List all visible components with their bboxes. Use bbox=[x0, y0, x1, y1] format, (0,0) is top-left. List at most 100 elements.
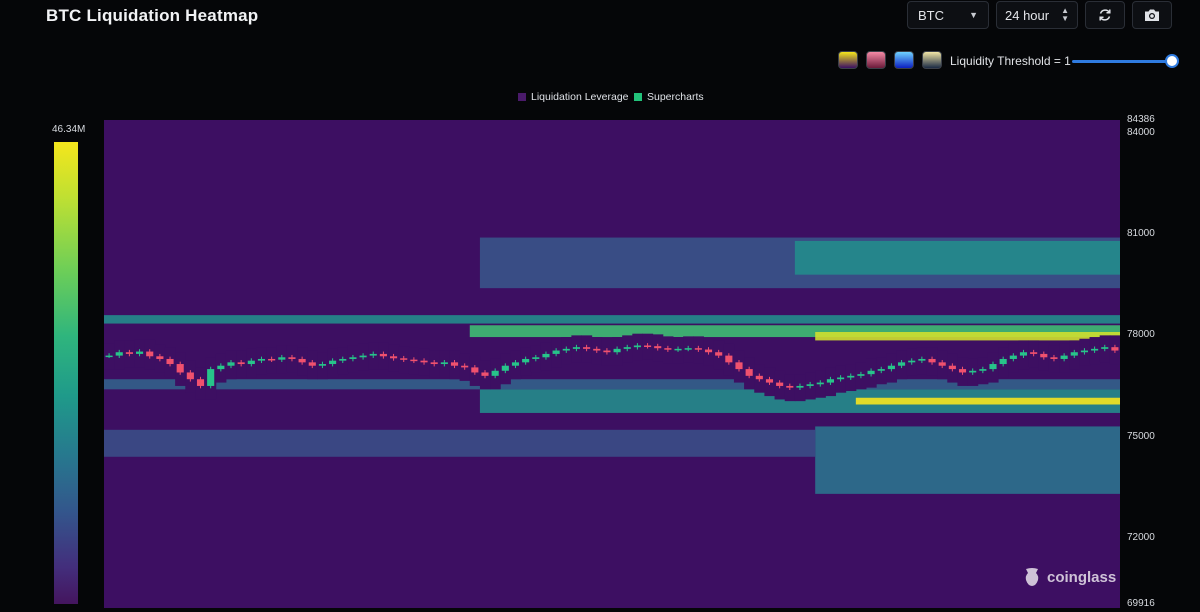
candle-body bbox=[826, 379, 834, 383]
heatmap-svg bbox=[104, 120, 1120, 608]
candle-body bbox=[644, 345, 652, 347]
liquidity-threshold-slider[interactable] bbox=[1072, 60, 1172, 63]
candle-body bbox=[532, 357, 540, 359]
heatmap-band-1 bbox=[794, 240, 1120, 275]
candle-body bbox=[339, 358, 347, 361]
candle-body bbox=[318, 364, 326, 366]
candle-body bbox=[552, 350, 560, 354]
candle-body bbox=[847, 375, 855, 378]
candle-body bbox=[979, 369, 987, 371]
candle-body bbox=[176, 364, 184, 373]
candle-body bbox=[115, 352, 123, 356]
heatmap-band-7 bbox=[855, 397, 1120, 405]
candle-body bbox=[887, 365, 895, 370]
legend-item-liquidation-leverage[interactable]: Liquidation Leverage bbox=[518, 91, 629, 103]
symbol-select-value: BTC bbox=[918, 7, 944, 23]
candle-body bbox=[654, 346, 662, 349]
candle-body bbox=[501, 365, 509, 371]
legend-item-supercharts[interactable]: Supercharts bbox=[634, 91, 704, 103]
candle-body bbox=[948, 365, 956, 370]
candle-body bbox=[186, 372, 194, 380]
candle-body bbox=[136, 351, 144, 354]
liquidity-threshold-label: Liquidity Threshold = 1 bbox=[950, 54, 1071, 68]
y-tick-label: 78000 bbox=[1127, 329, 1155, 341]
candle-body bbox=[816, 382, 824, 385]
candle-body bbox=[359, 355, 367, 358]
candle-body bbox=[288, 357, 296, 359]
candle-body bbox=[999, 358, 1007, 365]
watermark-text: coinglass bbox=[1047, 568, 1117, 586]
candle-body bbox=[430, 362, 438, 365]
candle-body bbox=[156, 356, 164, 359]
candle-body bbox=[1070, 352, 1078, 356]
candle-body bbox=[1019, 352, 1028, 356]
candle-body bbox=[329, 360, 337, 365]
symbol-select[interactable]: BTC ▼ bbox=[907, 1, 989, 29]
candle-body bbox=[715, 352, 723, 356]
legend-swatch-supercharts bbox=[634, 93, 642, 101]
heatmap-band-4 bbox=[815, 331, 1120, 341]
heatmap-plot[interactable] bbox=[104, 120, 1120, 608]
candle-body bbox=[1111, 347, 1119, 351]
candle-body bbox=[420, 360, 428, 363]
candle-body bbox=[572, 347, 580, 349]
candle-body bbox=[867, 370, 875, 375]
candle-body bbox=[105, 355, 113, 358]
candle-body bbox=[603, 350, 611, 353]
candle-body bbox=[522, 358, 530, 363]
y-tick-label: 81000 bbox=[1127, 228, 1155, 240]
candle-body bbox=[196, 379, 205, 386]
time-range-value: 24 hour bbox=[1005, 7, 1050, 23]
palette-viridis-button[interactable] bbox=[838, 51, 858, 69]
palette-cream-button[interactable] bbox=[922, 51, 942, 69]
candle-body bbox=[613, 348, 621, 353]
page-title: BTC Liquidation Heatmap bbox=[46, 6, 259, 25]
refresh-button[interactable] bbox=[1085, 1, 1125, 29]
candle-body bbox=[450, 362, 459, 366]
candle-body bbox=[989, 364, 997, 370]
candle-body bbox=[349, 357, 357, 359]
candle-body bbox=[542, 353, 550, 358]
candle-body bbox=[471, 367, 479, 373]
candle-body bbox=[298, 358, 306, 363]
candle-body bbox=[207, 369, 215, 386]
candle-body bbox=[390, 356, 398, 359]
candle-body bbox=[908, 360, 916, 363]
candle-body bbox=[776, 382, 784, 386]
candle-body bbox=[1050, 357, 1058, 359]
candle-body bbox=[1040, 353, 1048, 358]
palette-blue-button[interactable] bbox=[894, 51, 914, 69]
candle-body bbox=[745, 369, 753, 376]
candle-body bbox=[969, 370, 977, 373]
candle-body bbox=[562, 348, 570, 351]
candle-body bbox=[227, 362, 235, 366]
candle-body bbox=[1091, 348, 1099, 351]
candle-body bbox=[1009, 355, 1017, 359]
y-tick-label: 69916 bbox=[1127, 598, 1155, 609]
screenshot-button[interactable] bbox=[1132, 1, 1172, 29]
candle-body bbox=[928, 358, 936, 363]
candle-body bbox=[796, 385, 804, 388]
candle-body bbox=[806, 384, 814, 386]
candle-body bbox=[664, 348, 672, 350]
candle-body bbox=[369, 353, 377, 356]
candle-body bbox=[440, 362, 448, 365]
candle-body bbox=[837, 377, 845, 380]
candle-body bbox=[247, 360, 255, 365]
slider-handle[interactable] bbox=[1165, 54, 1179, 68]
candle-body bbox=[308, 362, 316, 366]
candle-body bbox=[166, 358, 174, 365]
candle-body bbox=[278, 357, 286, 360]
candle-body bbox=[633, 345, 641, 348]
candle-body bbox=[511, 362, 520, 366]
candle-body bbox=[217, 365, 225, 370]
candle-body bbox=[674, 348, 682, 351]
heatmap-band-8 bbox=[815, 426, 1120, 494]
candle-body bbox=[765, 379, 774, 383]
candle-body bbox=[694, 348, 702, 350]
candle-body bbox=[725, 355, 733, 363]
time-range-select[interactable]: 24 hour ▲ ▼ bbox=[996, 1, 1078, 29]
up-down-chevron-icon: ▲ ▼ bbox=[1061, 6, 1069, 23]
palette-rose-button[interactable] bbox=[866, 51, 886, 69]
candle-body bbox=[958, 369, 967, 373]
